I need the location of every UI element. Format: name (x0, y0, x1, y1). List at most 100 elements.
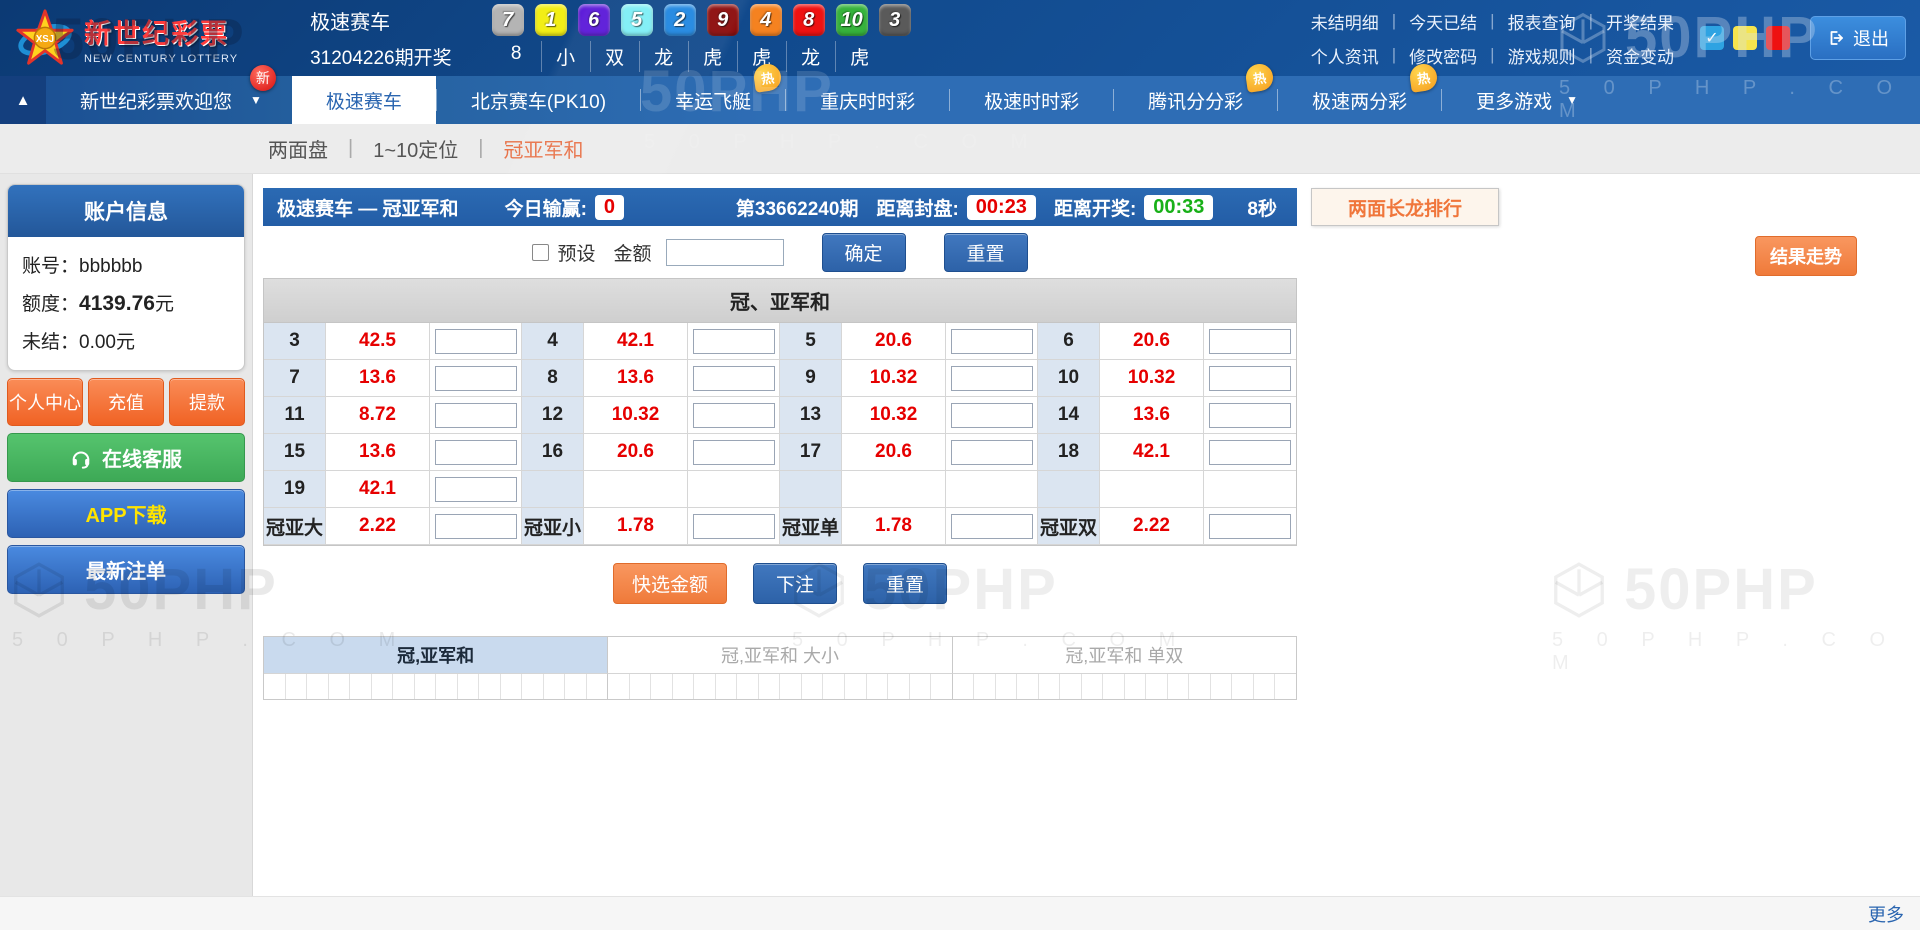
bet-amount-input[interactable] (434, 365, 517, 391)
trend-cell (329, 674, 351, 699)
bet-option-label: 14 (1038, 397, 1100, 434)
header-links: 未结明细 | 今天已结 | 报表查询 | 开奖结果 个人资讯 | 修改密码 | 游戏规则 | 资金变动 (1311, 9, 1674, 68)
subnav-item-两面盘[interactable]: 两面盘 (268, 134, 328, 163)
bet-amount-input[interactable] (950, 439, 1033, 465)
account-panel-title[interactable]: 账户信息 (8, 185, 244, 237)
bet-amount-input[interactable] (692, 513, 775, 539)
lottery-ball: 7 (491, 4, 524, 36)
preset-label: 预设 (557, 243, 596, 265)
bet-amount-input[interactable] (692, 365, 775, 391)
bet-amount-input[interactable] (1209, 365, 1291, 391)
header-link-2[interactable]: 今天已结 (1409, 9, 1477, 34)
account-field-value: bbbbbb (79, 256, 143, 277)
trend-tab-冠,亚军和 单双[interactable]: 冠,亚军和 单双 (952, 637, 1296, 674)
tab-幸运飞艇[interactable]: 幸运飞艇热 (641, 62, 785, 124)
sidebar-button-充值[interactable]: 充值 (88, 378, 164, 426)
bet-input-cell (430, 434, 522, 471)
nav-welcome-menu[interactable]: 新世纪彩票欢迎您 ▼ 新 (46, 65, 292, 124)
confirm-button[interactable]: 确定 (821, 232, 906, 272)
open-countdown: 00:33 (1144, 194, 1214, 220)
trend-cell (1125, 674, 1147, 699)
bet-amount-input[interactable] (434, 328, 517, 354)
tab-极速赛车[interactable]: 极速赛车 (291, 76, 436, 124)
bet-amount-input[interactable] (434, 439, 517, 465)
header-link-3[interactable]: 游戏规则 (1508, 43, 1576, 68)
divider: | (478, 137, 484, 159)
bet-amount-input[interactable] (1209, 513, 1291, 539)
logout-button[interactable]: 退出 (1810, 16, 1906, 60)
reset-amount-button[interactable]: 重置 (943, 232, 1028, 272)
subnav-item-冠亚军和[interactable]: 冠亚军和 (503, 134, 583, 163)
online-service-button[interactable]: 在线客服 (7, 433, 245, 482)
place-bet-button[interactable]: 下注 (752, 563, 837, 604)
bet-option-label: 11 (264, 397, 326, 434)
bet-option-odds: 10.32 (1100, 360, 1204, 397)
headset-icon (72, 451, 90, 469)
star-logo-icon: XSJ (16, 9, 74, 65)
header-link-4[interactable]: 开奖结果 (1606, 9, 1674, 34)
preset-checkbox[interactable] (532, 243, 550, 261)
bet-input-cell (688, 360, 780, 397)
bet-option-odds: 20.6 (842, 323, 946, 360)
bet-amount-input[interactable] (692, 402, 775, 428)
quick-amount-button[interactable]: 快选金额 (612, 563, 727, 604)
bet-amount-input[interactable] (950, 402, 1033, 428)
app-download-button[interactable]: APP下载 (7, 489, 245, 538)
trend-tab-冠,亚军和[interactable]: 冠,亚军和 (264, 637, 609, 674)
sidebar-button-提款[interactable]: 提款 (169, 378, 245, 426)
tab-腾讯分分彩[interactable]: 腾讯分分彩热 (1114, 62, 1277, 124)
trend-table: 冠,亚军和 冠,亚军和 大小 冠,亚军和 单双 (263, 636, 1297, 700)
site-subtitle: NEW CENTURY LOTTERY (84, 52, 239, 65)
bet-amount-input[interactable] (1209, 439, 1291, 465)
header-link-1[interactable]: 个人资讯 (1311, 43, 1379, 68)
theme-swatch[interactable] (1733, 26, 1757, 50)
bet-amount-input[interactable] (1209, 402, 1291, 428)
trend-tab-冠,亚军和 大小[interactable]: 冠,亚军和 大小 (608, 637, 953, 674)
reset-bets-button[interactable]: 重置 (863, 563, 948, 604)
header-link-1[interactable]: 未结明细 (1311, 9, 1379, 34)
bet-option-label: 9 (780, 360, 842, 397)
header-link-3[interactable]: 报表查询 (1508, 9, 1576, 34)
tab-北京赛车(PK10)[interactable]: 北京赛车(PK10) (437, 76, 640, 124)
account-field: 账号： bbbbbb (22, 256, 143, 277)
bet-amount-input[interactable] (434, 476, 517, 502)
bet-input-cell (1204, 508, 1296, 545)
two-side-dragon-ranking-button[interactable]: 两面长龙排行 (1311, 188, 1499, 226)
bet-option-label: 6 (1038, 323, 1100, 360)
bet-option-label: 12 (522, 397, 584, 434)
latest-bets-button[interactable]: 最新注单 (7, 545, 245, 594)
nav-collapse-button[interactable]: ▲ (0, 76, 46, 124)
tab-label: 极速赛车 (325, 91, 402, 113)
theme-swatch[interactable]: ✓ (1700, 26, 1724, 50)
bet-amount-input[interactable] (950, 365, 1033, 391)
trend-cell (1082, 674, 1104, 699)
odds-table: 冠、亚军和 3 42.5 4 42.1 5 20.6 6 20.6 7 13.6 8 13.6 9 10.… (263, 278, 1297, 546)
tab-label: 极速两分彩 (1312, 91, 1408, 113)
more-link[interactable]: 更多 (1868, 901, 1904, 927)
bet-option-label: 17 (780, 434, 842, 471)
bet-amount-input[interactable] (950, 328, 1033, 354)
trend-cell (1189, 674, 1211, 699)
header-link-4[interactable]: 资金变动 (1606, 43, 1674, 68)
subnav-item-1~10定位[interactable]: 1~10定位 (373, 134, 458, 163)
bet-amount-input[interactable] (434, 513, 517, 539)
theme-swatch[interactable] (1766, 26, 1790, 50)
result-trend-button[interactable]: 结果走势 (1755, 236, 1857, 276)
bet-amount-input[interactable] (1209, 328, 1291, 354)
empty-cell (946, 471, 1038, 508)
tab-更多游戏[interactable]: 更多游戏 ▼ (1442, 76, 1612, 124)
amount-input[interactable] (665, 238, 784, 266)
bet-amount-input[interactable] (692, 328, 775, 354)
bet-amount-input[interactable] (692, 439, 775, 465)
tab-极速两分彩[interactable]: 极速两分彩热 (1278, 62, 1441, 124)
tab-重庆时时彩[interactable]: 重庆时时彩 (786, 76, 949, 124)
trend-cell (974, 674, 996, 699)
bet-amount-input[interactable] (950, 513, 1033, 539)
site-logo[interactable]: XSJ 新世纪彩票 NEW CENTURY LOTTERY (14, 7, 238, 69)
bet-option-label: 5 (780, 323, 842, 360)
sidebar-button-个人中心[interactable]: 个人中心 (7, 378, 83, 426)
tab-极速时时彩[interactable]: 极速时时彩 (950, 76, 1113, 124)
bet-option-label: 8 (522, 360, 584, 397)
bet-amount-input[interactable] (434, 402, 517, 428)
close-countdown: 00:23 (966, 194, 1036, 220)
